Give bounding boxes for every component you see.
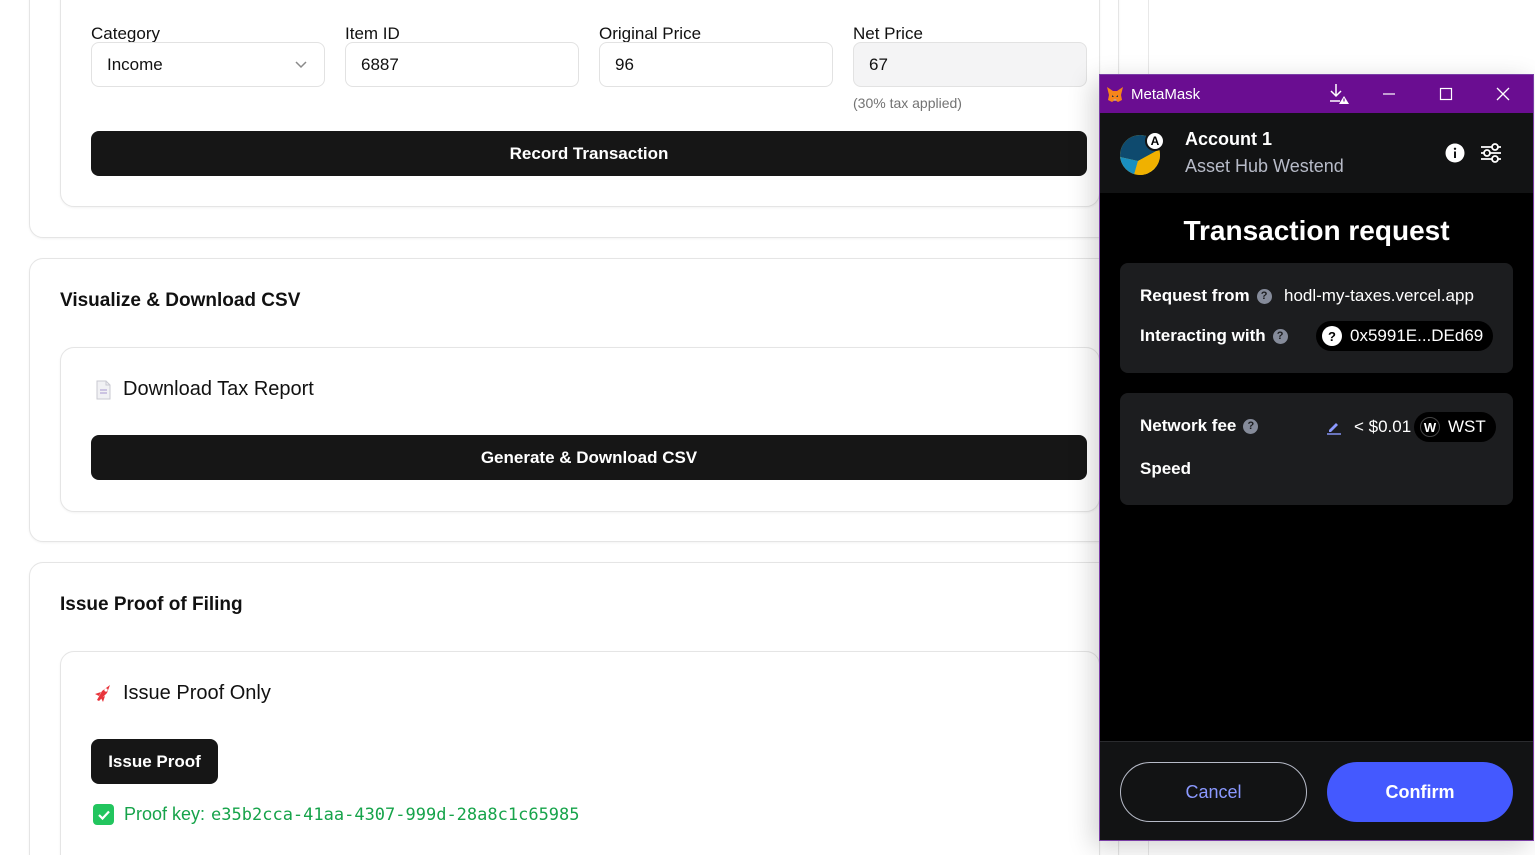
- proof-key-label: Proof key:: [124, 804, 206, 824]
- csv-section-title: Visualize & Download CSV: [60, 290, 301, 311]
- download-report-panel: [60, 347, 1100, 512]
- metamask-footer: Cancel Confirm: [1100, 741, 1533, 840]
- chevron-down-icon: [295, 61, 307, 69]
- download-warning-button[interactable]: [1316, 75, 1362, 113]
- request-from-value: hodl-my-taxes.vercel.app: [1284, 286, 1474, 305]
- metamask-account-header: A Account 1 Asset Hub Westend: [1100, 113, 1533, 193]
- interacting-with-row: Interacting with ?: [1140, 326, 1288, 346]
- contract-address: 0x5991E...DEd69: [1350, 326, 1484, 345]
- speed-label: Speed: [1140, 459, 1192, 478]
- request-from-label: Request from: [1140, 286, 1250, 305]
- category-label: Category: [91, 24, 160, 43]
- request-details-box: Request from ? hodl-my-taxes.vercel.app …: [1120, 263, 1513, 373]
- metamask-window: MetaMask A Account 1 Asset Hub Westend T…: [1099, 74, 1534, 841]
- help-icon[interactable]: ?: [1243, 418, 1259, 434]
- metamask-window-title: MetaMask: [1131, 86, 1201, 103]
- interacting-with-label: Interacting with: [1140, 326, 1266, 345]
- item-id-input[interactable]: 6887: [345, 42, 579, 87]
- original-price-label: Original Price: [599, 24, 702, 43]
- unknown-contract-icon: ?: [1322, 326, 1342, 346]
- network-fee-row: Network fee ?: [1140, 416, 1259, 436]
- net-price-input: 67: [853, 42, 1087, 87]
- account-name: Account 1: [1185, 129, 1273, 149]
- minimize-icon: [1383, 93, 1395, 95]
- minimize-button[interactable]: [1366, 75, 1412, 113]
- close-button[interactable]: [1480, 75, 1526, 113]
- download-report-title: Download Tax Report: [123, 378, 314, 400]
- maximize-button[interactable]: [1423, 75, 1469, 113]
- fee-details-box: Network fee ? < $0.01 W WST Speed: [1120, 393, 1513, 505]
- close-icon: [1496, 87, 1510, 101]
- proof-section-title: Issue Proof of Filing: [60, 594, 243, 615]
- speed-row: Speed: [1140, 459, 1191, 479]
- item-id-value: 6887: [361, 54, 399, 74]
- tax-hint: (30% tax applied): [853, 95, 962, 111]
- issue-proof-title: Issue Proof Only: [123, 682, 271, 704]
- original-price-input[interactable]: 96: [599, 42, 833, 87]
- wst-token-icon: W: [1420, 417, 1440, 437]
- net-price-value: 67: [869, 54, 888, 74]
- transaction-request-heading: Transaction request: [1183, 215, 1450, 246]
- maximize-icon: [1439, 87, 1453, 101]
- metamask-fox-icon: [1107, 87, 1123, 102]
- confirm-button[interactable]: Confirm: [1327, 762, 1513, 822]
- issue-proof-button[interactable]: Issue Proof: [91, 739, 218, 784]
- category-select[interactable]: Income: [91, 42, 325, 87]
- record-transaction-button[interactable]: Record Transaction: [91, 131, 1087, 176]
- proof-key-line: Proof key: e35b2cca-41aa-4307-999d-28a8c…: [93, 804, 580, 825]
- original-price-value: 96: [615, 54, 634, 74]
- network-fee-value: < $0.01: [1354, 417, 1412, 436]
- info-icon[interactable]: [1445, 143, 1465, 163]
- app-page: Category Income Item ID 6887 Original Pr…: [0, 0, 1535, 855]
- category-value: Income: [107, 54, 163, 74]
- network-fee-label: Network fee: [1140, 416, 1237, 435]
- edit-fee-icon[interactable]: [1326, 419, 1342, 435]
- download-warning-icon: [1330, 84, 1349, 104]
- cancel-button[interactable]: Cancel: [1120, 762, 1307, 822]
- help-icon[interactable]: ?: [1272, 328, 1288, 344]
- proof-key-value: e35b2cca-41aa-4307-999d-28a8c1c65985: [211, 804, 580, 825]
- help-icon[interactable]: ?: [1256, 288, 1272, 304]
- net-price-label: Net Price: [853, 24, 923, 43]
- item-id-label: Item ID: [345, 24, 400, 43]
- avatar-badge: A: [1145, 131, 1165, 151]
- network-name: Asset Hub Westend: [1185, 156, 1344, 176]
- contract-address-pill[interactable]: ? 0x5991E...DEd69: [1316, 321, 1494, 351]
- metamask-titlebar: MetaMask: [1100, 75, 1533, 113]
- document-icon: [96, 380, 111, 400]
- settings-sliders-icon[interactable]: [1480, 143, 1502, 163]
- fee-token: WST: [1448, 417, 1486, 436]
- fee-token-pill[interactable]: W WST: [1414, 412, 1496, 442]
- request-from-row: Request from ?: [1140, 286, 1272, 306]
- generate-csv-button[interactable]: Generate & Download CSV: [91, 435, 1087, 480]
- rocket-icon: [95, 685, 110, 702]
- check-icon: [93, 804, 114, 825]
